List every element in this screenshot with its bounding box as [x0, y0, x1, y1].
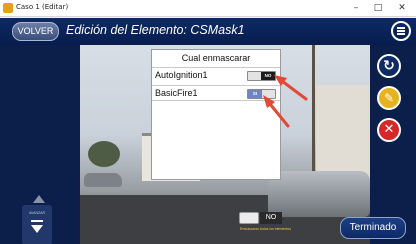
arrow-down-icon[interactable]	[31, 225, 43, 233]
mask-dialog: Cual enmascarar AutoIgnition1 NO BasicFi…	[151, 49, 281, 180]
toggle-switch[interactable]: SI	[247, 89, 276, 99]
list-item-label: BasicFire1	[155, 88, 198, 98]
mask-all-toggle[interactable]	[239, 212, 259, 224]
app-logo-icon	[3, 3, 13, 13]
speed-control[interactable]: AVANZAR	[22, 205, 52, 244]
hamburger-menu-icon[interactable]	[391, 21, 411, 41]
scene-car-right	[268, 171, 370, 217]
toggle-knob: SI	[248, 90, 262, 98]
minimize-button[interactable]: –	[345, 0, 367, 17]
page-title: Edición del Elemento: CSMask1	[66, 23, 245, 37]
terminado-button[interactable]: Terminado	[340, 217, 406, 239]
add-circle-icon[interactable]: ↻	[377, 54, 401, 78]
list-item-label: AutoIgnition1	[155, 70, 208, 80]
toggle-knob: NO	[261, 72, 275, 80]
close-window-button[interactable]: ✕	[391, 0, 413, 17]
maximize-button[interactable]: □	[367, 0, 389, 17]
list-item-autoignition1[interactable]: AutoIgnition1 NO	[152, 67, 280, 83]
mask-all-caption: Enmascarar todos los elementos	[240, 227, 291, 231]
arrow-bar-icon	[31, 220, 43, 222]
window-titlebar: Caso 1 (Editar) – □ ✕	[0, 0, 416, 17]
app-window: Caso 1 (Editar) – □ ✕ VOLVER Edición del…	[0, 0, 416, 244]
toggle-switch[interactable]: NO	[247, 71, 276, 81]
arrow-up-icon[interactable]	[33, 195, 45, 203]
scene-car-left	[84, 173, 122, 187]
app-header: VOLVER Edición del Elemento: CSMask1	[0, 18, 416, 45]
volver-button[interactable]: VOLVER	[12, 22, 59, 41]
speed-label: AVANZAR	[28, 211, 45, 215]
list-item-basicfire1[interactable]: BasicFire1 SI	[152, 85, 280, 101]
scene-tree	[88, 141, 120, 167]
pencil-eraser-icon[interactable]: ✎	[377, 86, 401, 110]
delete-x-icon[interactable]: ✕	[377, 118, 401, 142]
dialog-title: Cual enmascarar	[181, 53, 251, 63]
window-title: Caso 1 (Editar)	[16, 3, 69, 11]
mask-all-toggle-state[interactable]: NO	[260, 212, 282, 224]
scene-pole	[312, 45, 315, 185]
scene-house-right	[316, 85, 370, 181]
